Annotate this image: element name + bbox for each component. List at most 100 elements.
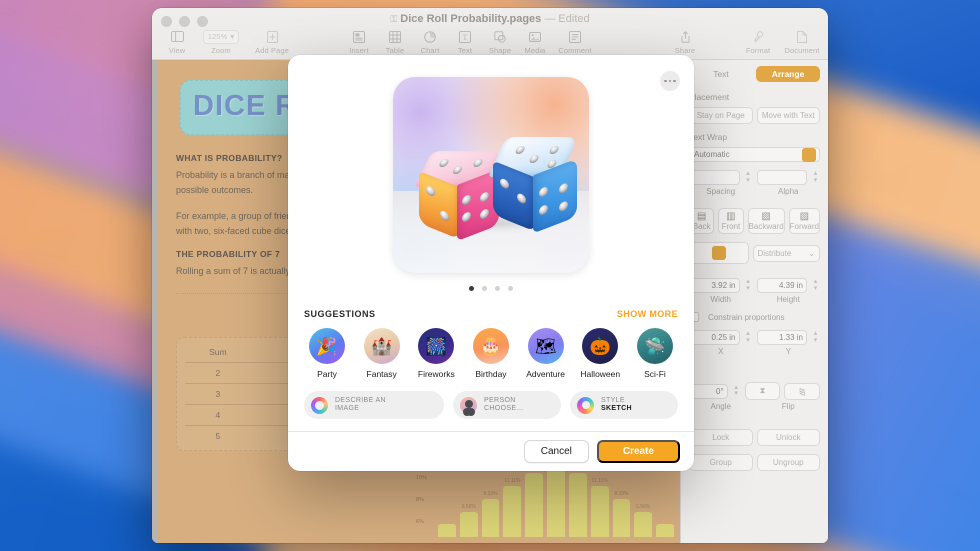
create-button[interactable]: Create: [596, 440, 680, 463]
position-fields[interactable]: 0.25 in ▴ ▾ 1.33 in ▴ ▾: [689, 330, 820, 345]
spacing-stepper[interactable]: ▴ ▾: [744, 170, 753, 184]
cancel-button[interactable]: Cancel: [523, 440, 589, 463]
alpha-input[interactable]: [756, 170, 807, 185]
style-chip-key: STYLE: [601, 397, 625, 405]
toolbar-view[interactable]: View: [160, 28, 194, 55]
flip-vertical-button[interactable]: ⧗: [744, 382, 781, 400]
toolbar-shape-label: Shape: [488, 46, 512, 55]
toolbar-document[interactable]: Document: [780, 28, 824, 55]
suggestions-section: SUGGESTIONS SHOW MORE 🎉 Party 🏰 Fantasy …: [288, 305, 694, 379]
text-wrap-row[interactable]: Automatic: [689, 147, 820, 162]
carousel-dot-2[interactable]: [482, 286, 487, 291]
wrap-style-swatch[interactable]: [802, 147, 816, 162]
group-buttons[interactable]: Group Ungroup: [689, 454, 820, 471]
toolbar-chart[interactable]: Chart: [413, 28, 447, 55]
lock-button[interactable]: Lock: [689, 429, 753, 446]
chart-bar: 8.33%: [481, 491, 500, 537]
show-more-button[interactable]: SHOW MORE: [617, 309, 678, 319]
generated-image[interactable]: [393, 77, 589, 273]
align-distribute-row[interactable]: Distribute ⌄: [689, 242, 820, 264]
angle-input[interactable]: 0°: [689, 383, 728, 399]
width-stepper[interactable]: ▴ ▾: [744, 278, 753, 292]
spacing-alpha-fields[interactable]: ▴ ▾ ▴ ▾: [689, 170, 820, 185]
suggestion-halloween[interactable]: 🎃 Halloween: [577, 328, 623, 379]
y-stepper[interactable]: ▴ ▾: [811, 330, 820, 344]
x-stepper[interactable]: ▴ ▾: [744, 330, 753, 344]
ufo-icon: 🛸: [636, 328, 673, 364]
jack-o-lantern-icon: 🎃: [582, 328, 619, 364]
share-icon: [668, 28, 702, 45]
more-options-button[interactable]: [660, 71, 680, 91]
zoom-value-pill[interactable]: 125% ▾: [202, 29, 240, 44]
style-wheel-icon: [577, 396, 594, 414]
tab-arrange[interactable]: Arrange: [756, 66, 820, 82]
suggestion-scifi[interactable]: 🛸 Sci-Fi: [632, 328, 678, 379]
layer-order-buttons[interactable]: ▤ Back ▥ Front ▧ Backward ▨ Forward: [689, 208, 820, 234]
suggestion-fantasy[interactable]: 🏰 Fantasy: [359, 328, 405, 379]
carousel-dot-3[interactable]: [495, 286, 500, 291]
placement-buttons[interactable]: Stay on Page Move with Text: [689, 107, 820, 124]
constrain-proportions-row[interactable]: Constrain proportions: [689, 312, 820, 322]
front-label: Front: [721, 222, 741, 231]
toolbar-add-page[interactable]: Add Page: [248, 28, 296, 55]
y-input[interactable]: 1.33 in: [756, 330, 807, 345]
carousel-dot-4[interactable]: [508, 286, 513, 291]
inspector-tabs[interactable]: Text Arrange: [689, 66, 820, 82]
toolbar-zoom[interactable]: 125% ▾ Zoom: [198, 28, 244, 55]
toolbar-table[interactable]: Table: [378, 28, 412, 55]
y-tick-label: 6%: [416, 519, 424, 525]
toolbar-share[interactable]: Share: [668, 28, 702, 55]
spacing-input[interactable]: [689, 170, 740, 185]
height-stepper[interactable]: ▴ ▾: [811, 278, 820, 292]
blue-die: [488, 137, 583, 234]
image-playground-dialog[interactable]: SUGGESTIONS SHOW MORE 🎉 Party 🏰 Fantasy …: [288, 55, 694, 471]
ellipsis-icon: [668, 79, 672, 83]
bring-to-front-button[interactable]: ▥ Front: [718, 208, 744, 234]
cell-sum: 3: [185, 383, 251, 405]
stay-on-page-button[interactable]: Stay on Page: [689, 107, 753, 124]
suggestion-birthday[interactable]: 🎂 Birthday: [468, 328, 514, 379]
ungroup-button[interactable]: Ungroup: [756, 454, 820, 471]
carousel-dots[interactable]: [288, 286, 694, 291]
format-inspector[interactable]: Text Arrange Placement Stay on Page Move…: [680, 60, 828, 543]
align-select[interactable]: [689, 242, 749, 264]
x-input[interactable]: 0.25 in: [689, 330, 740, 345]
chart-bar: 8.33%: [612, 491, 631, 537]
lock-buttons[interactable]: Lock Unlock: [689, 429, 820, 446]
angle-stepper[interactable]: ▴ ▾: [732, 384, 741, 398]
unlock-button[interactable]: Unlock: [756, 429, 820, 446]
toolbar-document-label: Document: [784, 46, 820, 55]
toolbar-shape[interactable]: Shape: [483, 28, 517, 55]
carousel-dot-1[interactable]: [469, 286, 474, 291]
toolbar-text[interactable]: T Text: [448, 28, 482, 55]
wrap-select[interactable]: Automatic: [689, 147, 820, 162]
style-chip[interactable]: STYLE SKETCH: [570, 391, 678, 419]
group-button[interactable]: Group: [689, 454, 753, 471]
width-input[interactable]: 3.92 in: [689, 278, 740, 293]
suggestion-party[interactable]: 🎉 Party: [304, 328, 350, 379]
move-with-text-button[interactable]: Move with Text: [756, 107, 820, 124]
distribute-select[interactable]: Distribute ⌄: [752, 244, 820, 262]
toolbar-media[interactable]: Media: [518, 28, 552, 55]
tab-text[interactable]: Text: [689, 66, 753, 82]
toolbar-zoom-label: Zoom: [211, 46, 231, 55]
angle-flip-row[interactable]: 0° ▴ ▾ ⧗ ⧎: [689, 382, 821, 400]
toolbar-format[interactable]: Format: [737, 28, 779, 55]
sidebar-icon: [160, 28, 194, 45]
toolbar-table-label: Table: [385, 46, 405, 55]
height-input[interactable]: 4.39 in: [756, 278, 807, 293]
flip-horizontal-button[interactable]: ⧎: [784, 382, 821, 400]
flower-prompt-icon: [311, 396, 328, 414]
bring-forward-button[interactable]: ▨ Forward: [788, 208, 820, 234]
send-backward-button[interactable]: ▧ Backward: [747, 208, 785, 234]
alpha-stepper[interactable]: ▴ ▾: [811, 170, 820, 184]
size-fields[interactable]: 3.92 in ▴ ▾ 4.39 in ▴ ▾: [689, 278, 820, 293]
describe-image-chip[interactable]: DESCRIBE AN IMAGE: [304, 391, 444, 419]
toolbar-insert[interactable]: Insert: [342, 28, 376, 55]
suggestion-adventure[interactable]: 🗺 Adventure: [523, 328, 569, 379]
suggestion-fireworks[interactable]: 🎆 Fireworks: [413, 328, 459, 379]
toolbar-comment[interactable]: Comment: [553, 28, 597, 55]
person-chip[interactable]: PERSON CHOOSE…: [453, 391, 561, 419]
treasure-map-icon: 🗺: [527, 328, 564, 364]
birthday-cake-icon: 🎂: [472, 328, 509, 364]
